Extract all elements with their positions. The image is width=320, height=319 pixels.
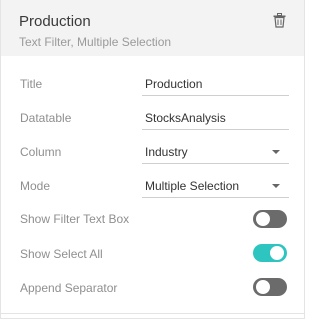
toggle-knob — [256, 280, 270, 294]
panel-title: Production — [19, 13, 91, 30]
show-filter-text-box-label: Show Filter Text Box — [20, 212, 130, 226]
panel-divider — [1, 313, 304, 314]
append-separator-toggle[interactable] — [253, 278, 287, 296]
show-select-all-label: Show Select All — [20, 247, 103, 261]
column-label: Column — [20, 145, 62, 159]
datatable-label: Datatable — [20, 111, 72, 125]
column-select-value: Industry — [145, 145, 188, 159]
show-filter-text-box-toggle[interactable] — [253, 210, 287, 228]
mode-label: Mode — [20, 179, 51, 193]
chevron-down-icon — [272, 150, 280, 154]
title-label: Title — [20, 77, 43, 91]
show-select-all-toggle[interactable] — [253, 244, 287, 262]
panel-header: Production Text Filter, Multiple Selecti… — [1, 0, 304, 56]
panel-subtitle: Text Filter, Multiple Selection — [19, 35, 172, 49]
trash-icon[interactable] — [273, 13, 286, 28]
column-select[interactable]: Industry — [142, 140, 289, 164]
title-input[interactable]: Production — [142, 72, 289, 96]
toggle-knob — [256, 212, 270, 226]
mode-select-value: Multiple Selection — [145, 179, 240, 193]
append-separator-label: Append Separator — [20, 281, 118, 295]
filter-settings-panel: Production Text Filter, Multiple Selecti… — [0, 0, 305, 319]
datatable-input[interactable]: StocksAnalysis — [142, 106, 289, 130]
datatable-input-value: StocksAnalysis — [145, 111, 226, 125]
chevron-down-icon — [272, 184, 280, 188]
toggle-knob — [270, 246, 284, 260]
mode-select[interactable]: Multiple Selection — [142, 174, 289, 198]
title-input-value: Production — [145, 77, 203, 91]
